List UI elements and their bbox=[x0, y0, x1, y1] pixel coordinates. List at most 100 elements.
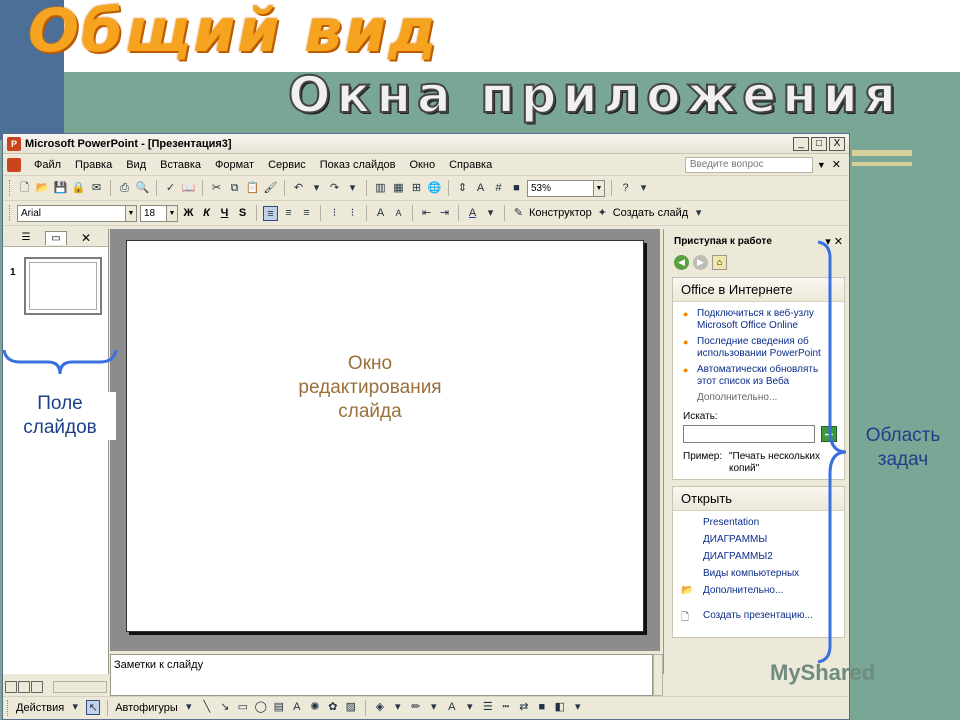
oval-icon[interactable]: ◯ bbox=[254, 700, 268, 715]
tables-borders-icon[interactable]: ⊞ bbox=[409, 181, 424, 196]
link-auto-update[interactable]: ● Автоматически обновлять этот список из … bbox=[683, 364, 840, 388]
line-style-icon[interactable]: ☰ bbox=[481, 700, 495, 715]
zoom-select[interactable]: 53% ▼ bbox=[527, 179, 605, 197]
italic-button[interactable]: К bbox=[199, 207, 214, 219]
line-icon[interactable]: ╲ bbox=[200, 700, 214, 715]
color-grayscale-icon[interactable]: ■ bbox=[509, 181, 524, 196]
maximize-button[interactable]: □ bbox=[811, 136, 827, 151]
font-select[interactable]: Arial ▼ bbox=[17, 204, 137, 222]
research-icon[interactable]: 📖 bbox=[181, 181, 196, 196]
menu-window[interactable]: Окно bbox=[403, 159, 443, 171]
cut-icon[interactable]: ✂ bbox=[209, 181, 224, 196]
tab-slides[interactable]: ▭ bbox=[45, 230, 67, 245]
dash-style-icon[interactable]: ┅ bbox=[499, 700, 513, 715]
print-preview-icon[interactable]: 🔍 bbox=[135, 181, 150, 196]
chart-icon[interactable]: ▥ bbox=[373, 181, 388, 196]
document-icon[interactable] bbox=[7, 157, 21, 172]
shadow-button[interactable]: S bbox=[235, 207, 250, 219]
toolbar-grip[interactable] bbox=[9, 180, 12, 196]
wordart-icon[interactable]: A bbox=[290, 700, 304, 715]
chevron-down-icon[interactable]: ▾ bbox=[463, 700, 477, 715]
undo-icon[interactable]: ↶ bbox=[291, 181, 306, 196]
rectangle-icon[interactable]: ▭ bbox=[236, 700, 250, 715]
chevron-down-icon[interactable]: ▾ bbox=[309, 181, 324, 196]
3d-style-icon[interactable]: ◧ bbox=[553, 700, 567, 715]
minimize-button[interactable]: _ bbox=[793, 136, 809, 151]
arrow-style-icon[interactable]: ⇄ bbox=[517, 700, 531, 715]
textbox-icon[interactable]: ▤ bbox=[272, 700, 286, 715]
menu-help[interactable]: Справка bbox=[442, 159, 499, 171]
increase-indent-icon[interactable]: ⇥ bbox=[437, 206, 452, 221]
designer-icon[interactable]: ✎ bbox=[511, 206, 526, 221]
new-slide-button[interactable]: Создать слайд bbox=[613, 207, 688, 219]
chevron-down-icon[interactable]: ▼ bbox=[817, 160, 826, 170]
new-slide-icon[interactable]: ✦ bbox=[595, 206, 610, 221]
close-icon[interactable]: ✕ bbox=[832, 158, 841, 171]
align-right-icon[interactable]: ≡ bbox=[299, 206, 314, 221]
slide-thumbnail[interactable] bbox=[24, 257, 102, 315]
format-painter-icon[interactable]: 🖌 bbox=[263, 181, 278, 196]
save-icon[interactable]: 💾 bbox=[53, 181, 68, 196]
slide-canvas[interactable] bbox=[126, 240, 644, 632]
task-pane-controls[interactable]: ▾ ✕ bbox=[825, 235, 843, 248]
hyperlink-icon[interactable]: 🌐 bbox=[427, 181, 442, 196]
notes-scrollbar[interactable] bbox=[653, 654, 663, 696]
diagram-icon[interactable]: ✺ bbox=[308, 700, 322, 715]
go-arrow-icon[interactable]: ➔ bbox=[821, 426, 837, 442]
menu-view[interactable]: Вид bbox=[119, 159, 153, 171]
link-connect-office-online[interactable]: ● Подключиться к веб-узлу Microsoft Offic… bbox=[683, 308, 840, 332]
autoshapes-menu[interactable]: Автофигуры bbox=[115, 702, 178, 714]
notes-field[interactable]: Заметки к слайду bbox=[110, 654, 653, 696]
new-document-icon[interactable]: 🗋 bbox=[17, 181, 32, 196]
underline-button[interactable]: Ч bbox=[217, 207, 232, 219]
chevron-down-icon[interactable]: ▾ bbox=[182, 700, 196, 715]
toolbar-grip[interactable] bbox=[7, 699, 10, 716]
email-icon[interactable]: ✉ bbox=[89, 181, 104, 196]
open-more-link[interactable]: 📂 Дополнительно... bbox=[681, 585, 840, 596]
toolbar-options-icon[interactable]: ▾ bbox=[691, 206, 706, 221]
decrease-indent-icon[interactable]: ⇤ bbox=[419, 206, 434, 221]
table-icon[interactable]: ▦ bbox=[391, 181, 406, 196]
shadow-style-icon[interactable]: ■ bbox=[535, 700, 549, 715]
numbering-icon[interactable]: ⁝ bbox=[327, 206, 342, 221]
slide-sorter-icon[interactable] bbox=[18, 680, 30, 693]
chevron-down-icon[interactable]: ▾ bbox=[68, 700, 82, 715]
chevron-down-icon[interactable]: ▾ bbox=[391, 700, 405, 715]
search-input[interactable] bbox=[683, 425, 815, 443]
designer-button[interactable]: Конструктор bbox=[529, 207, 592, 219]
increase-font-icon[interactable]: A bbox=[373, 206, 388, 221]
recent-file[interactable]: Виды компьютерных bbox=[703, 568, 840, 579]
bullets-icon[interactable]: ⁝ bbox=[345, 206, 360, 221]
powerpoint-app-icon[interactable]: P bbox=[7, 136, 21, 151]
recent-file[interactable]: Presentation bbox=[703, 517, 840, 528]
toolbar-options-icon[interactable]: ▾ bbox=[571, 700, 585, 715]
spelling-icon[interactable]: ✓ bbox=[163, 181, 178, 196]
print-icon[interactable]: ⎙ bbox=[117, 181, 132, 196]
chevron-down-icon[interactable]: ▾ bbox=[427, 700, 441, 715]
align-left-icon[interactable]: ≡ bbox=[263, 205, 278, 221]
actions-menu[interactable]: Действия bbox=[16, 702, 64, 714]
home-icon[interactable]: ⌂ bbox=[712, 254, 727, 270]
permission-icon[interactable]: 🔒 bbox=[71, 181, 86, 196]
line-color-icon[interactable]: ✏ bbox=[409, 700, 423, 715]
help-icon[interactable]: ? bbox=[618, 181, 633, 196]
font-color-icon[interactable]: A bbox=[445, 700, 459, 715]
close-button[interactable]: X bbox=[829, 136, 845, 151]
slideshow-icon[interactable] bbox=[31, 680, 43, 693]
show-formatting-icon[interactable]: A bbox=[473, 181, 488, 196]
picture-icon[interactable]: ▨ bbox=[344, 700, 358, 715]
tab-outline[interactable]: ☰ bbox=[15, 231, 37, 245]
forward-icon[interactable]: ▶ bbox=[693, 254, 708, 270]
expand-all-icon[interactable]: ⇕ bbox=[455, 181, 470, 196]
recent-file[interactable]: ДИАГРАММЫ bbox=[703, 534, 840, 545]
menu-file[interactable]: Файл bbox=[27, 159, 68, 171]
open-folder-icon[interactable]: 📂 bbox=[35, 181, 50, 196]
select-pointer-icon[interactable]: ↖ bbox=[86, 700, 101, 715]
toolbar-grip[interactable] bbox=[9, 205, 12, 221]
help-question-input[interactable]: Введите вопрос bbox=[684, 156, 813, 173]
bold-button[interactable]: Ж bbox=[181, 207, 196, 219]
menu-edit[interactable]: Правка bbox=[68, 159, 119, 171]
task-pane-title[interactable]: Приступая к работе bbox=[674, 236, 772, 247]
copy-icon[interactable]: ⧉ bbox=[227, 181, 242, 196]
redo-icon[interactable]: ↷ bbox=[327, 181, 342, 196]
